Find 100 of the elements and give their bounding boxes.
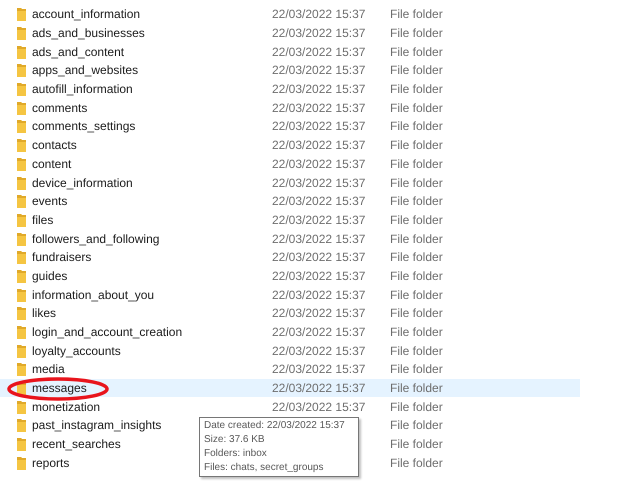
file-type: File folder (390, 436, 443, 454)
file-name[interactable]: loyalty_accounts (32, 344, 121, 358)
file-name[interactable]: content (32, 156, 72, 171)
folder-icon (17, 437, 26, 452)
file-type: File folder (390, 25, 443, 42)
folder-icon (17, 7, 26, 22)
file-type: File folder (390, 324, 443, 342)
file-type: File folder (390, 137, 443, 154)
file-type: File folder (390, 212, 443, 229)
file-type: File folder (390, 361, 443, 378)
tooltip-line: Files: chats, secret_groups (204, 461, 324, 475)
folder-icon (17, 268, 26, 283)
date-modified: 22/03/2022 15:37 (272, 100, 366, 115)
file-type: File folder (390, 230, 443, 248)
file-name[interactable]: past_instagram_insights (32, 418, 162, 432)
folder-icon (17, 456, 26, 470)
file-type: File folder (390, 6, 443, 24)
folder-icon (17, 194, 26, 208)
file-name[interactable]: recent_searches (32, 437, 121, 452)
date-modified: 22/03/2022 15:37 (272, 344, 366, 358)
date-modified: 22/03/2022 15:37 (272, 82, 366, 96)
date-modified: 22/03/2022 15:37 (272, 400, 366, 414)
folder-icon (17, 63, 26, 78)
folder-icon (17, 119, 26, 134)
folder-icon (17, 26, 26, 40)
file-name[interactable]: device_information (32, 176, 133, 190)
folder-icon (17, 212, 26, 227)
date-modified: 22/03/2022 15:37 (272, 288, 366, 302)
folder-icon (17, 400, 26, 414)
file-name[interactable]: autofill_information (32, 82, 133, 96)
folder-icon (17, 362, 26, 376)
file-name[interactable]: media (32, 362, 65, 376)
file-name[interactable]: login_and_account_creation (32, 325, 182, 340)
file-type: File folder (390, 305, 443, 322)
file-name[interactable]: guides (32, 268, 68, 283)
file-name[interactable]: fundraisers (32, 250, 92, 264)
date-modified: 22/03/2022 15:37 (272, 176, 366, 190)
file-name[interactable]: monetization (32, 400, 100, 414)
date-modified: 22/03/2022 15:37 (272, 212, 366, 227)
file-type: File folder (390, 193, 443, 210)
file-name[interactable]: events (32, 194, 68, 208)
file-type: File folder (390, 156, 443, 173)
file-name[interactable]: reports (32, 456, 70, 470)
file-type: File folder (390, 454, 443, 472)
file-name[interactable]: ads_and_content (32, 44, 124, 59)
file-type: File folder (390, 174, 443, 192)
date-modified: 22/03/2022 15:37 (272, 44, 366, 59)
date-modified: 22/03/2022 15:37 (272, 381, 366, 396)
date-modified: 22/03/2022 15:37 (272, 138, 366, 152)
file-type: File folder (390, 44, 443, 61)
file-type: File folder (390, 249, 443, 266)
date-modified: 22/03/2022 15:37 (272, 268, 366, 283)
date-modified: 22/03/2022 15:37 (272, 156, 366, 171)
folder-icon (17, 306, 26, 320)
file-type: File folder (390, 118, 443, 136)
date-modified: 22/03/2022 15:37 (272, 26, 366, 40)
selected-row[interactable]: messages 22/03/2022 15:37 File folder (0, 378, 580, 398)
date-modified: 22/03/2022 15:37 (272, 194, 366, 208)
date-modified: 22/03/2022 15:37 (272, 306, 366, 320)
folder-icon (17, 138, 26, 152)
file-name[interactable]: ads_and_businesses (32, 26, 145, 40)
file-type: File folder (390, 380, 443, 398)
file-name[interactable]: files (32, 212, 54, 227)
file-name[interactable]: followers_and_following (32, 232, 160, 246)
file-type: File folder (390, 286, 443, 304)
file-name[interactable]: apps_and_websites (32, 63, 138, 78)
file-name[interactable]: likes (32, 306, 56, 320)
file-type: File folder (390, 81, 443, 98)
file-name[interactable]: comments (32, 100, 88, 115)
file-name[interactable]: contacts (32, 138, 77, 152)
folder-icon (17, 156, 26, 171)
date-modified: 22/03/2022 15:37 (272, 250, 366, 264)
date-modified: 22/03/2022 15:37 (272, 119, 366, 134)
date-modified: 22/03/2022 15:37 (272, 325, 366, 340)
file-type: File folder (390, 268, 443, 285)
date-modified: 22/03/2022 15:37 (272, 362, 366, 376)
folder-icon (17, 418, 26, 432)
folder-icon (17, 44, 26, 59)
file-type: File folder (390, 417, 443, 434)
folder-icon (17, 82, 26, 96)
folder-icon (17, 250, 26, 264)
folder-icon (17, 288, 26, 302)
file-name[interactable]: account_information (32, 7, 140, 22)
tooltip-line: Size: 37.6 KB (204, 433, 266, 447)
file-type: File folder (390, 100, 443, 117)
folder-icon (17, 344, 26, 358)
folder-icon (17, 100, 26, 115)
folder-icon (17, 176, 26, 190)
date-modified: 22/03/2022 15:37 (272, 63, 366, 78)
folder-icon (17, 325, 26, 340)
file-name[interactable]: information_about_you (32, 288, 154, 302)
file-type: File folder (390, 398, 443, 416)
tooltip-line: Date created: 22/03/2022 15:37 (204, 419, 346, 433)
date-modified: 22/03/2022 15:37 (272, 232, 366, 246)
date-modified: 22/03/2022 15:37 (272, 7, 366, 22)
file-name[interactable]: comments_settings (32, 119, 136, 134)
file-type: File folder (390, 342, 443, 360)
file-type: File folder (390, 62, 443, 80)
tooltip-line: Folders: inbox (204, 447, 268, 461)
folder-icon (17, 232, 26, 246)
